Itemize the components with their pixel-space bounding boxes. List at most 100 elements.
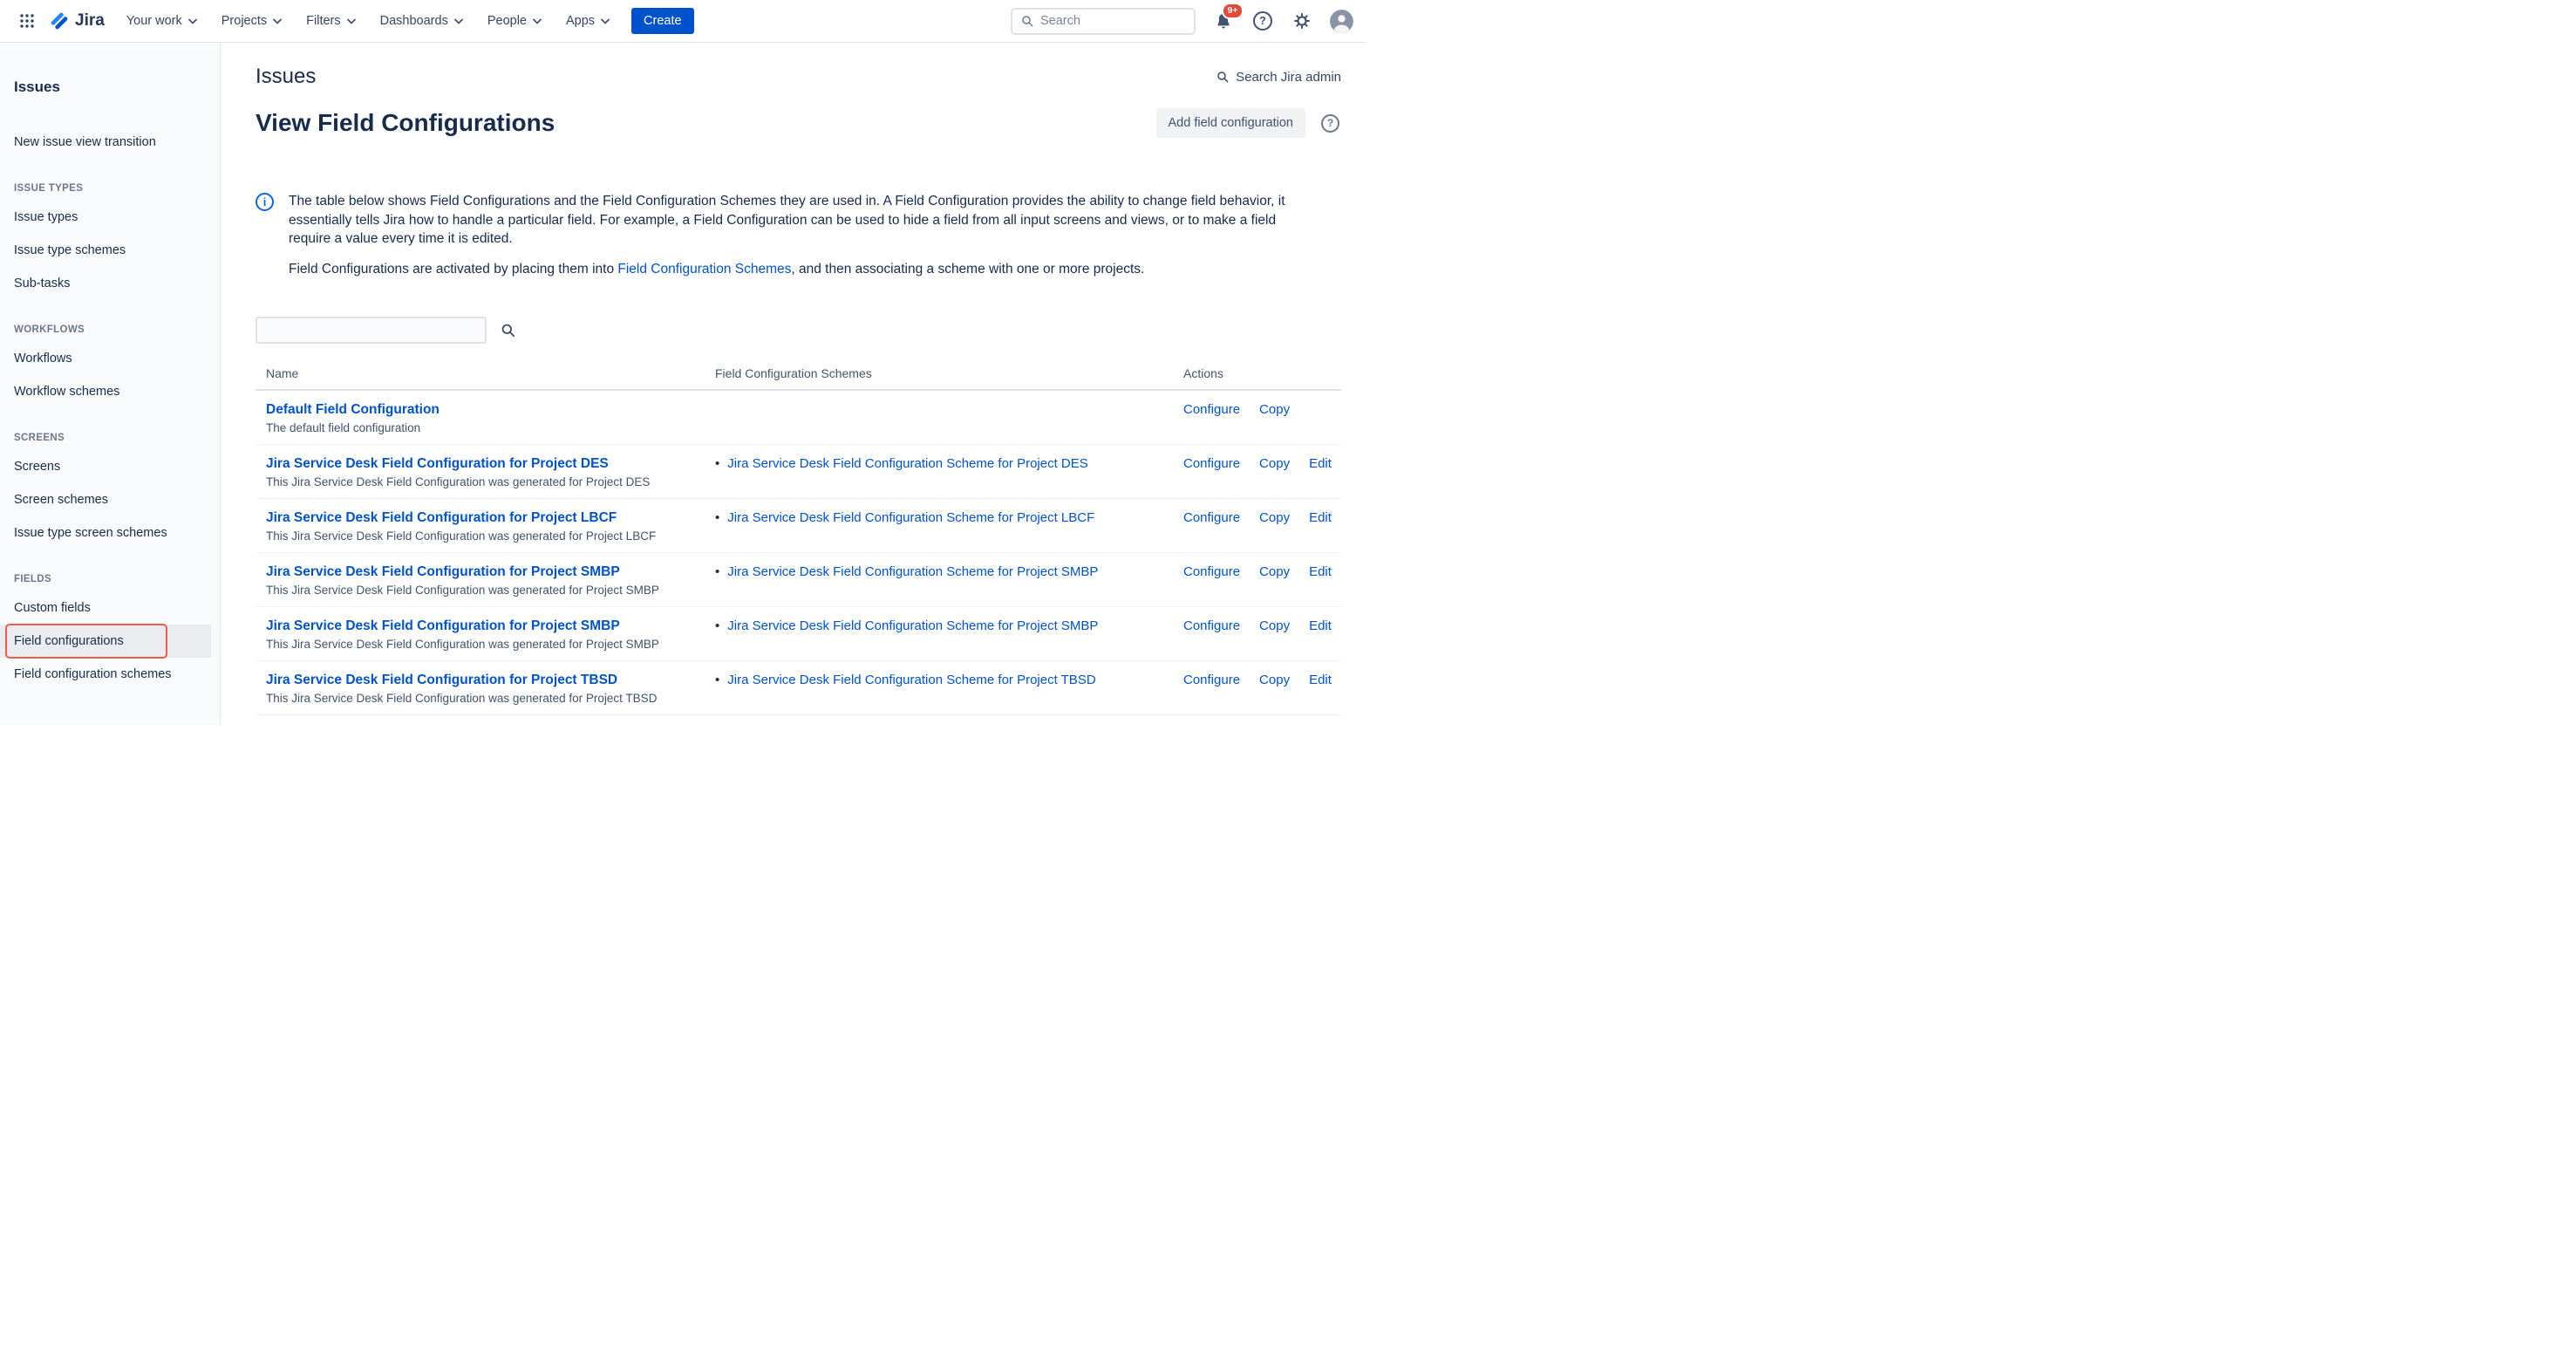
field-config-description: The default field configuration [266,421,694,434]
sidebar-item-screen-schemes[interactable]: Screen schemes [0,483,220,516]
copy-link[interactable]: Copy [1259,618,1290,633]
global-search [1011,8,1196,35]
add-field-configuration-button[interactable]: Add field configuration [1156,108,1306,138]
field-config-description: This Jira Service Desk Field Configurati… [266,529,694,543]
column-header-actions: Actions [1173,359,1341,389]
field-config-link[interactable]: Jira Service Desk Field Configuration fo… [266,618,620,634]
notifications-button[interactable]: 9+ [1212,10,1235,32]
sidebar-item-issue-type-screen-schemes[interactable]: Issue type screen schemes [0,516,220,550]
nav-menu-people[interactable]: People [480,7,549,35]
field-config-description: This Jira Service Desk Field Configurati… [266,638,694,651]
admin-sidebar: Issues New issue view transition ISSUE T… [0,42,221,725]
search-jira-admin-label: Search Jira admin [1236,70,1341,85]
configure-link[interactable]: Configure [1183,510,1240,525]
main-content: Issues Search Jira admin View Field Conf… [221,42,1366,725]
field-config-link[interactable]: Jira Service Desk Field Configuration fo… [266,564,620,580]
field-config-link[interactable]: Jira Service Desk Field Configuration fo… [266,456,609,472]
nav-menu-filters[interactable]: Filters [298,7,363,35]
sidebar-item-field-configuration-schemes[interactable]: Field configuration schemes [0,658,220,691]
nav-menu-your-work[interactable]: Your work [119,7,205,35]
page-title-row: View Field Configurations Add field conf… [256,108,1341,138]
configure-link[interactable]: Configure [1183,456,1240,471]
table-row: Jira Service Desk Field Configuration fo… [256,553,1341,607]
edit-link[interactable]: Edit [1309,456,1332,471]
bullet: • [715,510,719,527]
field-config-description: This Jira Service Desk Field Configurati… [266,584,694,597]
scheme-link[interactable]: Jira Service Desk Field Configuration Sc… [727,673,1095,689]
configure-link[interactable]: Configure [1183,564,1240,579]
sidebar-heading-workflows: WORKFLOWS [14,324,206,335]
filter-input[interactable] [256,317,487,344]
nav-menu-apps[interactable]: Apps [558,7,617,35]
table-row: Jira Service Desk Field Configuration fo… [256,607,1341,661]
scheme-link[interactable]: Jira Service Desk Field Configuration Sc… [727,456,1088,473]
avatar-icon [1330,10,1353,33]
filter-row [256,317,1341,344]
configure-link[interactable]: Configure [1183,402,1240,417]
nav-menu-projects[interactable]: Projects [214,7,290,35]
bullet: • [715,564,719,581]
app-switcher-button[interactable] [14,8,40,34]
scheme-link[interactable]: Jira Service Desk Field Configuration Sc… [727,618,1098,635]
nav-menu-label: People [487,14,527,28]
copy-link[interactable]: Copy [1259,673,1290,687]
global-search-input[interactable] [1040,14,1186,28]
chevron-down-icon [273,18,282,24]
field-config-description: This Jira Service Desk Field Configurati… [266,475,694,488]
actions-cell: Configure Copy [1173,391,1341,444]
top-nav-right: 9+ ? [1011,8,1353,35]
jira-logo[interactable]: Jira [44,10,119,31]
sidebar-item-sub-tasks[interactable]: Sub-tasks [0,267,220,300]
jira-logo-icon [49,10,70,31]
table-row: Default Field Configuration The default … [256,391,1341,445]
chevron-down-icon [454,18,463,24]
user-avatar[interactable] [1330,10,1353,33]
field-config-link[interactable]: Jira Service Desk Field Configuration fo… [266,673,617,688]
filter-search-button[interactable] [500,322,516,338]
info-paragraph-2-prefix: Field Configurations are activated by pl… [289,262,617,277]
sidebar-item-workflow-schemes[interactable]: Workflow schemes [0,375,220,408]
table-row: Jira Service Desk Field Configuration fo… [256,499,1341,553]
sidebar-item-workflows[interactable]: Workflows [0,342,220,375]
top-nav-left: Jira Your work Projects Filters Dashboar… [14,7,1011,35]
name-cell: Jira Service Desk Field Configuration fo… [256,445,705,498]
settings-button[interactable] [1291,10,1313,32]
sidebar-item-custom-fields[interactable]: Custom fields [0,591,220,625]
name-cell: Jira Service Desk Field Configuration fo… [256,607,705,660]
schemes-cell: • Jira Service Desk Field Configuration … [705,553,1173,606]
edit-link[interactable]: Edit [1309,673,1332,687]
copy-link[interactable]: Copy [1259,564,1290,579]
sidebar-item-screens[interactable]: Screens [0,450,220,483]
sidebar-item-issue-types[interactable]: Issue types [0,201,220,234]
edit-link[interactable]: Edit [1309,510,1332,525]
search-jira-admin-link[interactable]: Search Jira admin [1216,70,1341,85]
configure-link[interactable]: Configure [1183,618,1240,633]
sidebar-item-issue-type-schemes[interactable]: Issue type schemes [0,234,220,267]
bullet: • [715,673,719,689]
help-button[interactable]: ? [1251,10,1274,32]
copy-link[interactable]: Copy [1259,456,1290,471]
sidebar-item-field-configurations[interactable]: Field configurations [0,625,211,658]
logo-text: Jira [75,11,105,31]
field-configurations-table: Name Field Configuration Schemes Actions… [256,359,1341,715]
create-button[interactable]: Create [631,8,694,34]
edit-link[interactable]: Edit [1309,618,1332,633]
configure-link[interactable]: Configure [1183,673,1240,687]
copy-link[interactable]: Copy [1259,402,1290,417]
edit-link[interactable]: Edit [1309,564,1332,579]
field-config-link[interactable]: Jira Service Desk Field Configuration fo… [266,510,617,526]
help-icon: ? [1253,11,1272,31]
field-configuration-schemes-link[interactable]: Field Configuration Schemes [617,262,791,277]
nav-menu-dashboards[interactable]: Dashboards [372,7,471,35]
scheme-link[interactable]: Jira Service Desk Field Configuration Sc… [727,510,1094,527]
copy-link[interactable]: Copy [1259,510,1290,525]
scheme-link[interactable]: Jira Service Desk Field Configuration Sc… [727,564,1098,581]
actions-cell: Configure Copy Edit [1173,499,1342,552]
nav-menu-label: Your work [126,14,182,28]
context-title-row: Issues Search Jira admin [256,65,1341,89]
schemes-cell: • Jira Service Desk Field Configuration … [705,445,1173,498]
sidebar-item-new-issue-view-transition[interactable]: New issue view transition [0,126,220,159]
field-config-link[interactable]: Default Field Configuration [266,402,440,418]
page-help-button[interactable]: ? [1319,113,1341,134]
schemes-cell: • Jira Service Desk Field Configuration … [705,499,1173,552]
